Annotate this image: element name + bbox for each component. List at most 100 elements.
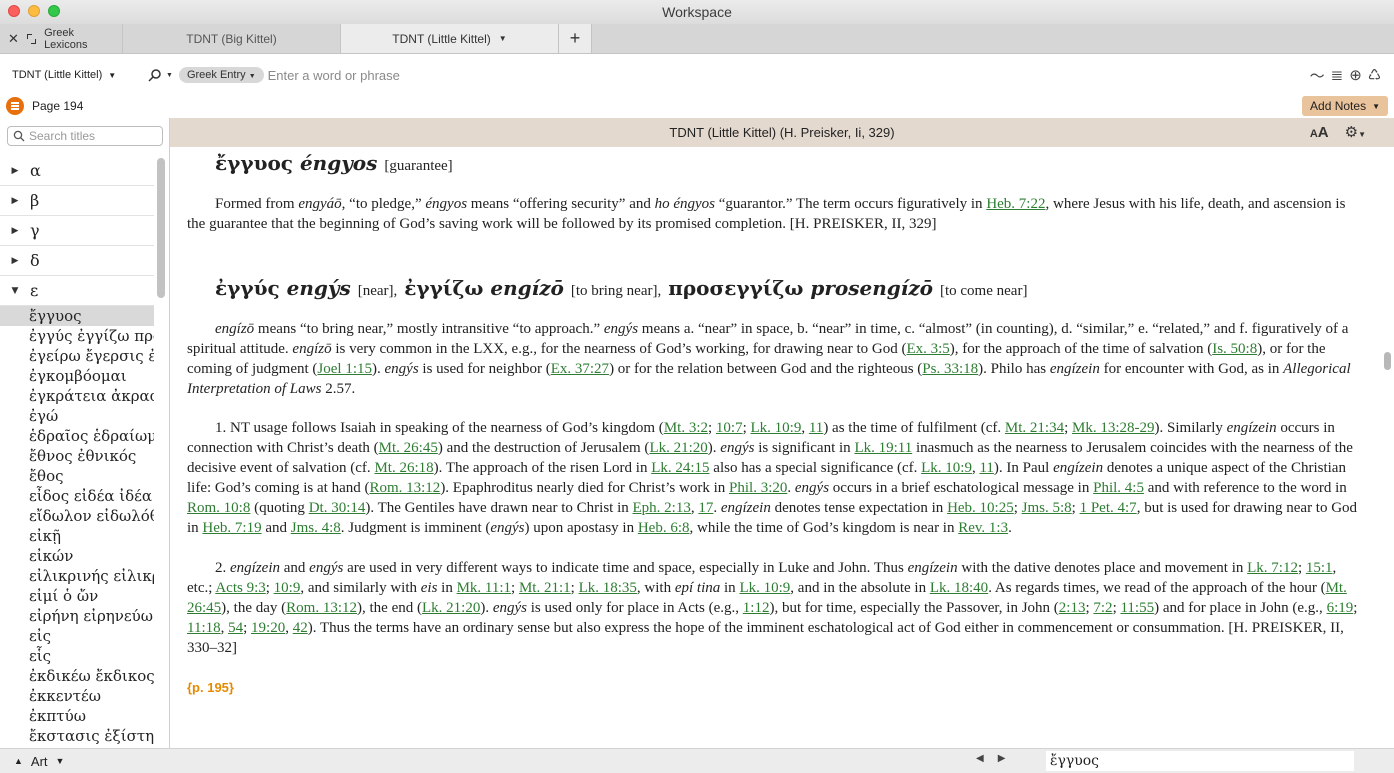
scripture-link[interactable]: 2:13 <box>1059 600 1086 616</box>
scripture-link[interactable]: Mt. 21:34 <box>1005 420 1064 436</box>
scripture-link[interactable]: Rev. 1:3 <box>958 520 1008 536</box>
scripture-link[interactable]: 54 <box>228 620 243 636</box>
list-item[interactable]: ἔθος <box>0 466 154 486</box>
scripture-link[interactable]: 7:2 <box>1093 600 1112 616</box>
expand-icon[interactable] <box>26 33 37 44</box>
scripture-link[interactable]: Joel 1:15 <box>317 361 372 377</box>
scripture-link[interactable]: 11:55 <box>1120 600 1154 616</box>
chevron-up-icon[interactable]: ▲ <box>14 756 23 766</box>
list-item[interactable]: εἰκών <box>0 546 154 566</box>
scripture-link[interactable]: 1 Pet. 4:7 <box>1080 500 1137 516</box>
letter-row[interactable]: ▶ γ <box>0 216 154 246</box>
scripture-link[interactable]: Mt. 3:2 <box>664 420 708 436</box>
page-marker[interactable]: {p. 195} <box>187 678 1362 698</box>
tab-big-kittel[interactable]: TDNT (Big Kittel) <box>122 24 340 53</box>
add-notes-button[interactable]: Add Notes ▼ <box>1302 96 1388 116</box>
scripture-link[interactable]: 42 <box>293 620 308 636</box>
scripture-link[interactable]: Lk. 21:20 <box>649 440 707 456</box>
list-item[interactable]: ἐκκεντέω <box>0 686 154 706</box>
list-item[interactable]: ἔγγυος <box>0 306 154 326</box>
list-item[interactable]: εἷς <box>0 646 154 666</box>
list-item[interactable]: εἴδωλον εἰδωλόθυτον <box>0 506 154 526</box>
font-size-icon[interactable]: AA <box>1310 124 1329 141</box>
bottom-menu[interactable]: ▲ Art ▼ <box>14 754 64 769</box>
scripture-link[interactable]: Jms. 5:8 <box>1022 500 1072 516</box>
list-item[interactable]: εἶδος εἰδέα ἰδέα <box>0 486 154 506</box>
scripture-link[interactable]: 15:1 <box>1306 560 1333 576</box>
scripture-link[interactable]: 10:7 <box>716 420 743 436</box>
resource-select[interactable]: TDNT (Little Kittel) ▼ <box>6 64 130 86</box>
scripture-link[interactable]: 11 <box>979 460 993 476</box>
scripture-link[interactable]: Eph. 2:13 <box>633 500 691 516</box>
expand-triangle-icon[interactable]: ▶ <box>0 196 30 206</box>
list-item[interactable]: ἐγείρω ἔγερσις ἐξεγείρω <box>0 346 154 366</box>
forward-arrow-icon[interactable]: ▶ <box>998 753 1006 764</box>
list-item[interactable]: ἐγώ <box>0 406 154 426</box>
gear-icon[interactable]: ⚙▼ <box>1345 123 1366 141</box>
list-item[interactable]: ἔθνος ἐθνικός <box>0 446 154 466</box>
scripture-link[interactable]: Heb. 7:22 <box>986 196 1045 212</box>
list-item[interactable]: ἐγκράτεια ἀκρασία <box>0 386 154 406</box>
current-entry-field[interactable]: ἔγγυος <box>1046 751 1354 771</box>
chevron-down-icon[interactable]: ▼ <box>56 756 65 766</box>
list-item[interactable]: ἐκπτύω <box>0 706 154 726</box>
back-arrow-icon[interactable]: ◀ <box>976 753 984 764</box>
scripture-link[interactable]: 17 <box>698 500 713 516</box>
scripture-link[interactable]: Ex. 3:5 <box>906 341 949 357</box>
letter-row[interactable]: ▶ β <box>0 186 154 216</box>
scripture-link[interactable]: Jms. 4:8 <box>291 520 341 536</box>
close-panel-icon[interactable]: ✕ <box>8 31 19 47</box>
list-item[interactable]: εἰς <box>0 626 154 646</box>
scripture-link[interactable]: Heb. 7:19 <box>202 520 261 536</box>
scripture-link[interactable]: Lk. 18:35 <box>579 580 637 596</box>
letter-row[interactable]: ▶ α <box>0 156 154 186</box>
new-tab-button[interactable]: + <box>558 24 592 53</box>
scripture-link[interactable]: Mt. 26:18 <box>374 460 433 476</box>
close-window-button[interactable] <box>8 5 20 17</box>
scripture-link[interactable]: Lk. 24:15 <box>651 460 709 476</box>
scripture-link[interactable]: Rom. 10:8 <box>187 500 250 516</box>
scripture-link[interactable]: Ps. 33:18 <box>922 361 978 377</box>
title-search-input[interactable] <box>29 129 159 143</box>
scripture-link[interactable]: Lk. 18:40 <box>930 580 988 596</box>
title-search[interactable] <box>7 126 163 146</box>
add-circle-icon[interactable]: ⊕ <box>1349 66 1362 84</box>
scripture-link[interactable]: 10:9 <box>274 580 301 596</box>
scripture-link[interactable]: Lk. 19:11 <box>854 440 912 456</box>
scripture-link[interactable]: Lk. 10:9 <box>751 420 802 436</box>
search-type-chip[interactable]: Greek Entry ▼ <box>178 67 264 83</box>
expand-triangle-icon[interactable]: ▶ <box>0 256 30 266</box>
expand-triangle-icon[interactable]: ▶ <box>0 226 30 236</box>
scripture-link[interactable]: Phil. 3:20 <box>729 480 787 496</box>
list-icon[interactable]: ≣ <box>1331 66 1344 84</box>
scripture-link[interactable]: 6:19 <box>1327 600 1354 616</box>
scripture-link[interactable]: Is. 50:8 <box>1212 341 1257 357</box>
scripture-link[interactable]: Rom. 13:12 <box>369 480 440 496</box>
list-item[interactable]: εἰμί ὁ ὤν <box>0 586 154 606</box>
chevron-down-icon[interactable]: ▼ <box>499 34 507 43</box>
scripture-link[interactable]: Heb. 10:25 <box>947 500 1014 516</box>
letter-row[interactable]: ▼ ε <box>0 276 154 306</box>
scripture-link[interactable]: Mt. 26:45 <box>379 440 438 456</box>
scripture-link[interactable]: Dt. 30:14 <box>309 500 366 516</box>
tab-little-kittel[interactable]: TDNT (Little Kittel) ▼ <box>340 24 558 53</box>
scripture-link[interactable]: Ex. 37:27 <box>551 361 609 377</box>
search-input[interactable] <box>267 62 1300 88</box>
scripture-link[interactable]: 19:20 <box>251 620 285 636</box>
list-item[interactable]: ἔκστασις ἐξίστημι <box>0 726 154 746</box>
letter-row[interactable]: ▶ δ <box>0 246 154 276</box>
list-item[interactable]: ἑδραῖος ἑδραίωμα <box>0 426 154 446</box>
scripture-link[interactable]: 1:12 <box>743 600 770 616</box>
scripture-link[interactable]: Phil. 4:5 <box>1093 480 1144 496</box>
scripture-link[interactable]: Lk. 21:20 <box>422 600 480 616</box>
scripture-link[interactable]: Lk. 10:9 <box>739 580 790 596</box>
search-type-menu[interactable]: ▼ <box>148 68 173 82</box>
list-item[interactable]: εἰλικρινής εἰλικρίνεια <box>0 566 154 586</box>
wave-icon[interactable]: 〜 <box>1310 65 1325 86</box>
list-item[interactable]: ἐκδικέω ἔκδικος <box>0 666 154 686</box>
sidebar-scrollbar[interactable] <box>157 158 165 298</box>
collapse-triangle-icon[interactable]: ▼ <box>0 286 30 296</box>
scripture-link[interactable]: Rom. 13:12 <box>286 600 357 616</box>
scripture-link[interactable]: 11:18 <box>187 620 221 636</box>
scripture-link[interactable]: Heb. 6:8 <box>638 520 690 536</box>
